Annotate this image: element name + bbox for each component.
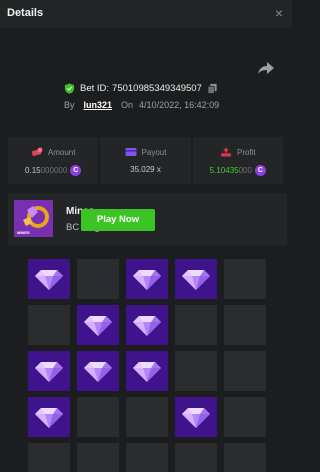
stat-amount: Amount 0.15 000000 C	[8, 137, 99, 184]
gem-icon	[133, 270, 161, 290]
mine-tile-gem	[28, 259, 70, 299]
money-stack-icon	[31, 147, 43, 156]
game-thumbnail-label: MINES	[17, 230, 30, 235]
mine-tile-empty	[77, 259, 119, 299]
details-header: Details ×	[0, 0, 292, 28]
game-card: MINES Mines BC Originals Play Now	[8, 193, 287, 245]
mines-grid	[28, 259, 266, 472]
copy-icon[interactable]	[207, 83, 218, 94]
mine-tile-empty	[28, 305, 70, 345]
username-link[interactable]: lun321	[84, 100, 113, 110]
mine-tile-empty	[28, 443, 70, 472]
by-label: By	[64, 100, 75, 110]
stat-payout-label: Payout	[141, 147, 167, 157]
mine-tile-empty	[175, 351, 217, 391]
mine-tile-empty	[224, 351, 266, 391]
profit-icon	[220, 147, 231, 157]
gem-icon	[133, 362, 161, 382]
mine-tile-gem	[126, 351, 168, 391]
stat-profit: Profit 5.10435 000 C	[192, 137, 283, 184]
stat-amount-value-trailing: 000000	[40, 166, 68, 175]
stat-payout: Payout 35.029 x	[100, 137, 191, 184]
mine-tile-gem	[77, 351, 119, 391]
mine-tile-empty	[224, 443, 266, 472]
stat-profit-value: 5.10435	[209, 166, 239, 175]
bet-datetime: 4/10/2022, 16:42:09	[139, 100, 220, 110]
shield-check-icon	[64, 82, 75, 94]
mine-tile-empty	[224, 259, 266, 299]
mine-tile-gem	[28, 397, 70, 437]
stat-profit-label: Profit	[236, 147, 256, 157]
payout-card-icon	[125, 148, 137, 156]
play-now-button[interactable]: Play Now	[81, 209, 155, 231]
mine-tile-gem	[126, 259, 168, 299]
mine-tile-empty	[126, 397, 168, 437]
close-icon[interactable]: ×	[272, 6, 286, 20]
mine-tile-gem	[175, 259, 217, 299]
on-label: On	[121, 100, 134, 110]
coin-icon: C	[254, 165, 266, 176]
bet-id-value: 75010985349349507	[112, 82, 202, 94]
gem-icon	[35, 408, 63, 428]
mine-tile-empty	[224, 397, 266, 437]
mine-tile-empty	[175, 305, 217, 345]
mine-tile-empty	[126, 443, 168, 472]
mine-tile-gem	[126, 305, 168, 345]
stat-amount-value: 0.15	[25, 166, 41, 175]
gem-icon	[35, 270, 63, 290]
coin-icon: C	[70, 165, 82, 176]
mine-tile-empty	[77, 397, 119, 437]
mine-tile-gem	[77, 305, 119, 345]
mine-tile-gem	[175, 397, 217, 437]
bet-meta-row: By lun321 On 4/10/2022, 16:42:09	[64, 99, 219, 111]
share-icon[interactable]	[257, 60, 275, 76]
game-thumbnail[interactable]: MINES	[14, 200, 53, 237]
bet-id-label: Bet ID:	[80, 82, 110, 94]
gem-icon	[182, 408, 210, 428]
bet-id-row: Bet ID: 75010985349349507	[64, 81, 218, 95]
page-title: Details	[7, 7, 44, 19]
gem-icon	[182, 270, 210, 290]
gem-icon	[84, 362, 112, 382]
mine-tile-empty	[77, 443, 119, 472]
gem-icon	[84, 316, 112, 336]
stat-amount-label: Amount	[47, 147, 76, 157]
mine-tile-empty	[175, 443, 217, 472]
gem-icon	[35, 362, 63, 382]
mine-tile-empty	[224, 305, 266, 345]
mine-tile-gem	[28, 351, 70, 391]
stat-payout-value: 35.029 x	[130, 165, 161, 174]
bet-stats: Amount 0.15 000000 C Payout 35.029 x Prof…	[8, 137, 283, 184]
stat-profit-value-trailing: 000	[238, 166, 252, 175]
gem-icon	[133, 316, 161, 336]
